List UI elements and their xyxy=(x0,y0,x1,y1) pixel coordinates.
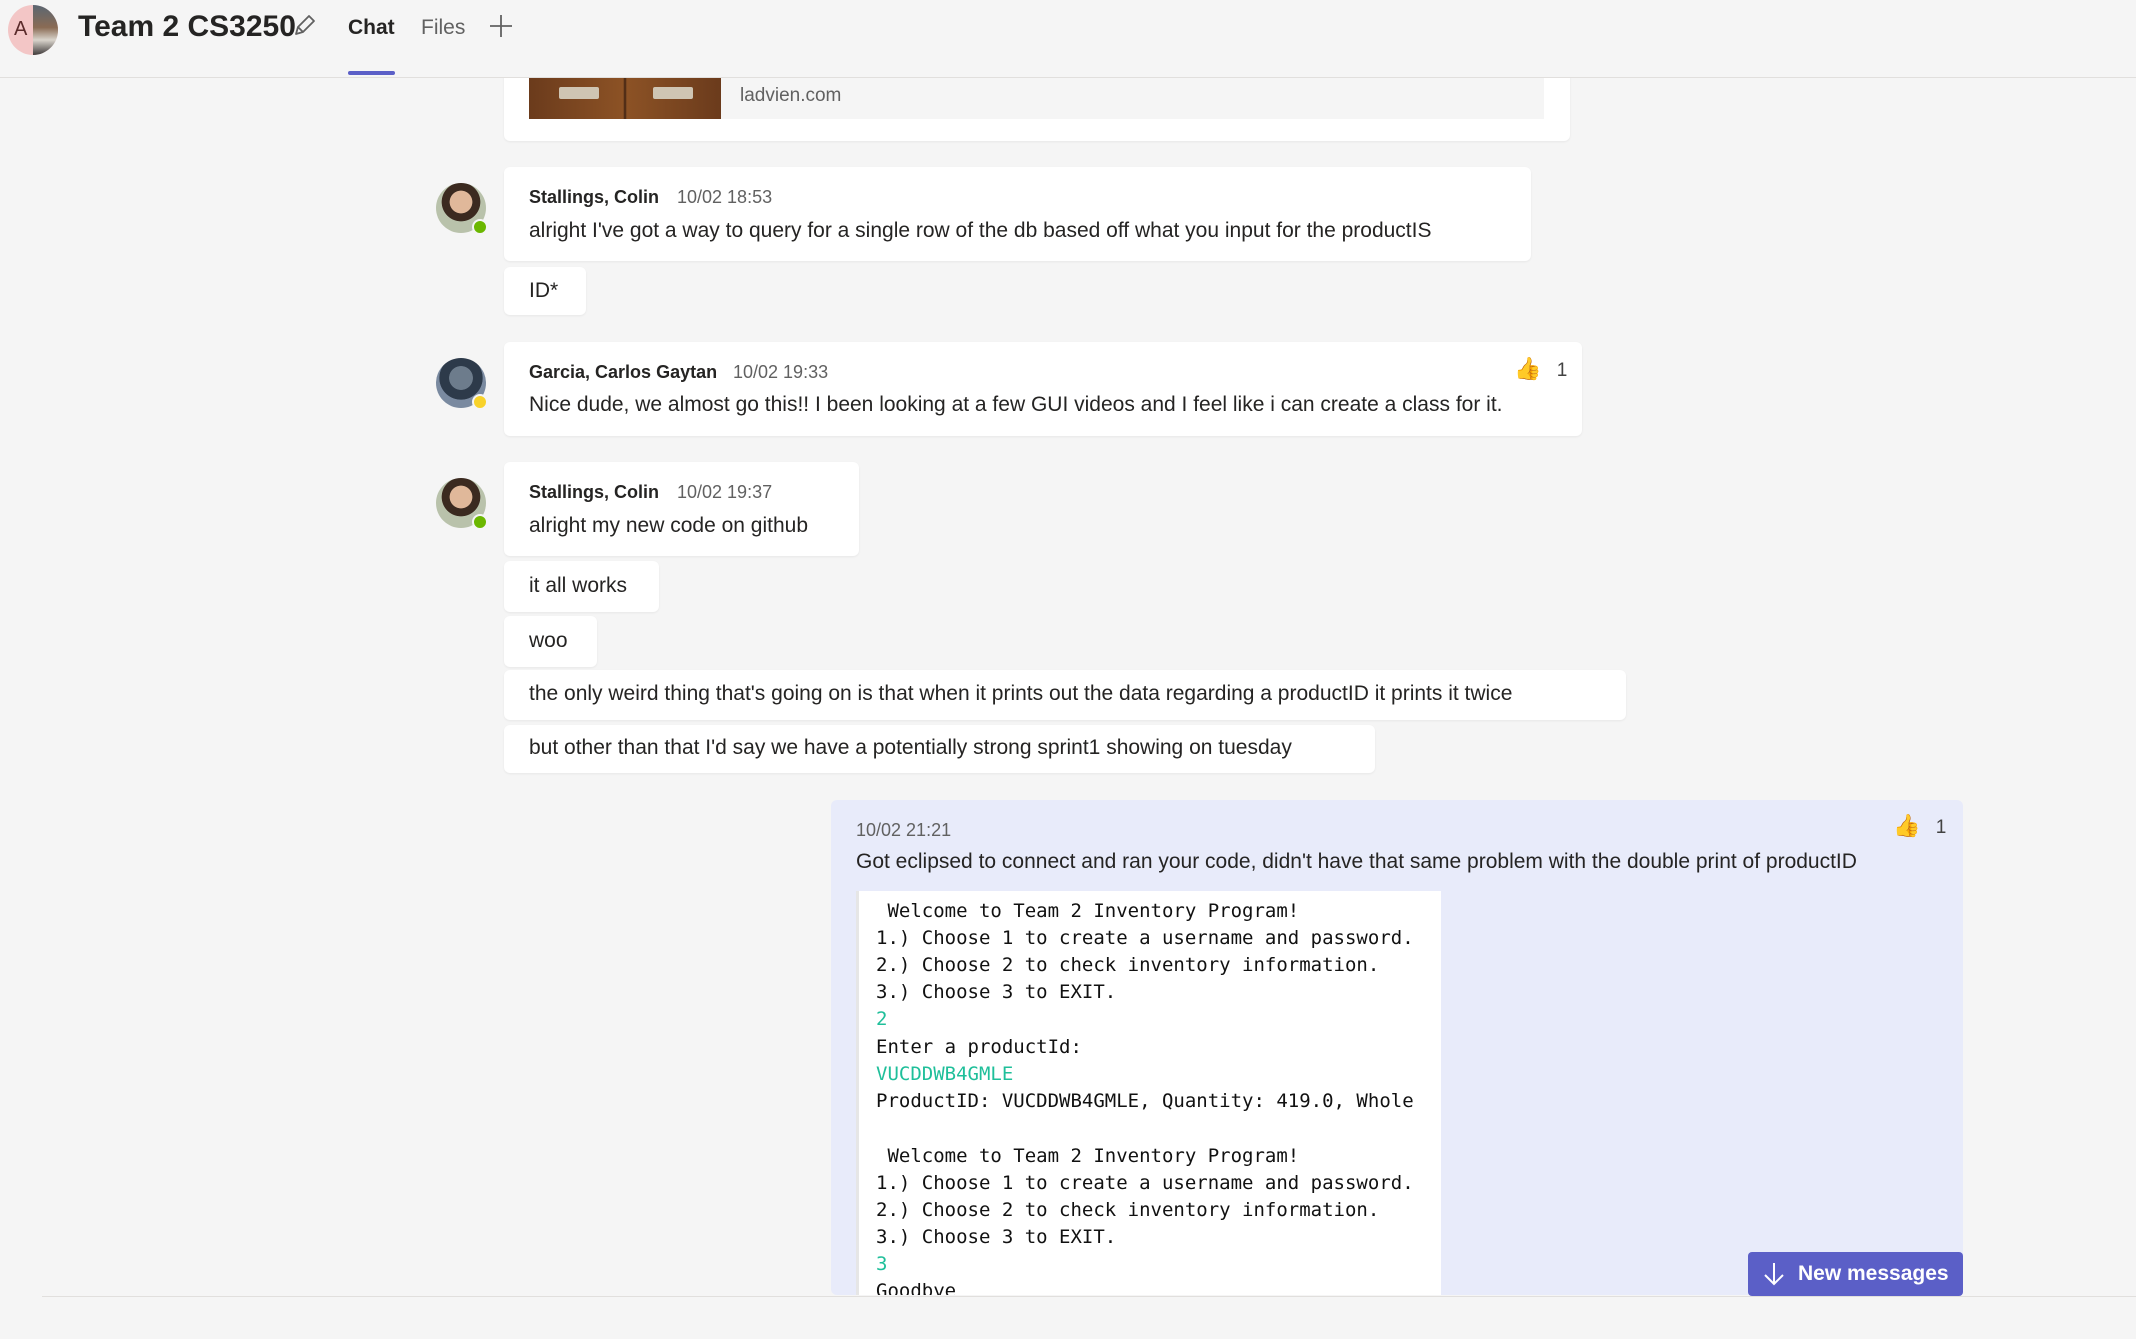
presence-available-icon xyxy=(472,514,488,530)
thumbs-up-icon: 👍 xyxy=(1893,813,1921,838)
tab-files[interactable]: Files xyxy=(421,16,465,40)
presence-away-icon xyxy=(472,394,488,410)
message-text: it all works xyxy=(529,574,628,597)
message-text: ID* xyxy=(529,279,559,302)
console-line: Welcome to Team 2 Inventory Program! xyxy=(876,900,1300,922)
message-bubble[interactable]: Stallings, Colin 10/02 18:53 alright I'v… xyxy=(504,167,1531,261)
arrow-down-icon xyxy=(1764,1263,1784,1286)
message-bubble[interactable]: Garcia, Carlos Gaytan 10/02 19:33 👍 1 Ni… xyxy=(504,342,1582,436)
console-screenshot[interactable]: Welcome to Team 2 Inventory Program! 1.)… xyxy=(856,891,1441,1295)
console-line: 1.) Choose 1 to create a username and pa… xyxy=(876,927,1414,949)
console-line: Enter a productId: xyxy=(876,1036,1082,1058)
message-bubble[interactable]: the only weird thing that's going on is … xyxy=(504,670,1626,720)
message-bubble[interactable]: it all works xyxy=(504,561,659,612)
message-bubble[interactable]: ID* xyxy=(504,267,586,315)
console-input-line: 3 xyxy=(876,1253,888,1275)
sender-name: Garcia, Carlos Gaytan xyxy=(529,362,718,382)
active-tab-indicator xyxy=(348,71,395,75)
message-text: Nice dude, we almost go this!! I been lo… xyxy=(529,393,1503,416)
message-bubble[interactable]: Stallings, Colin 10/02 19:37 alright my … xyxy=(504,462,859,556)
console-line: 1.) Choose 1 to create a username and pa… xyxy=(876,1172,1414,1194)
presence-available-icon xyxy=(472,219,488,235)
new-messages-label: New messages xyxy=(1798,1262,1949,1285)
link-domain[interactable]: ladvien.com xyxy=(740,85,841,107)
message-text: alright I've got a way to query for a si… xyxy=(529,219,1432,242)
message-timestamp: 10/02 19:33 xyxy=(733,362,829,382)
edit-icon[interactable] xyxy=(290,12,318,40)
thumbs-up-icon: 👍 xyxy=(1514,356,1542,381)
compose-divider xyxy=(42,1296,2136,1297)
message-bubble[interactable]: woo xyxy=(504,616,597,667)
console-line: Welcome to Team 2 Inventory Program! xyxy=(876,1145,1300,1167)
avatar[interactable] xyxy=(436,478,488,530)
console-line: 2.) Choose 2 to check inventory informat… xyxy=(876,1199,1380,1221)
plus-icon[interactable] xyxy=(487,12,515,40)
reaction-count: 1 xyxy=(1556,360,1568,381)
new-messages-button[interactable]: New messages xyxy=(1748,1252,1963,1296)
link-thumbnail xyxy=(529,77,721,119)
message-text: alright my new code on github xyxy=(529,514,808,537)
sender-name: Stallings, Colin xyxy=(529,187,660,207)
message-text: woo xyxy=(529,629,568,652)
group-avatar[interactable]: A xyxy=(8,5,60,57)
avatar[interactable] xyxy=(436,358,488,410)
avatar-letter: A xyxy=(14,18,28,40)
message-text: but other than that I'd say we have a po… xyxy=(529,736,1292,759)
chat-title: Team 2 CS3250 xyxy=(78,10,296,43)
avatar[interactable] xyxy=(436,183,488,235)
message-timestamp: 10/02 19:37 xyxy=(677,482,773,502)
console-line: 3.) Choose 3 to EXIT. xyxy=(876,1226,1117,1248)
reaction[interactable]: 👍 1 xyxy=(1514,356,1567,382)
tab-chat[interactable]: Chat xyxy=(348,16,395,40)
reaction[interactable]: 👍 1 xyxy=(1893,813,1946,839)
console-line: 3.) Choose 3 to EXIT. xyxy=(876,981,1117,1003)
console-input-line: VUCDDWB4GMLE xyxy=(876,1063,1014,1085)
message-text: the only weird thing that's going on is … xyxy=(529,682,1513,705)
sender-name: Stallings, Colin xyxy=(529,482,660,502)
message-timestamp: 10/02 18:53 xyxy=(677,187,773,207)
message-timestamp: 10/02 21:21 xyxy=(856,820,952,840)
chat-header: A Team 2 CS3250 Chat Files xyxy=(0,0,2136,78)
console-line: Goodbye xyxy=(876,1280,957,1295)
reaction-count: 1 xyxy=(1935,817,1947,838)
message-bubble[interactable]: but other than that I'd say we have a po… xyxy=(504,725,1375,773)
message-text: Got eclipsed to connect and ran your cod… xyxy=(856,850,1857,873)
console-line: 2.) Choose 2 to check inventory informat… xyxy=(876,954,1380,976)
avatar-photo xyxy=(33,5,58,55)
console-input-line: 2 xyxy=(876,1008,888,1030)
console-line: ProductID: VUCDDWB4GMLE, Quantity: 419.0… xyxy=(876,1090,1414,1112)
